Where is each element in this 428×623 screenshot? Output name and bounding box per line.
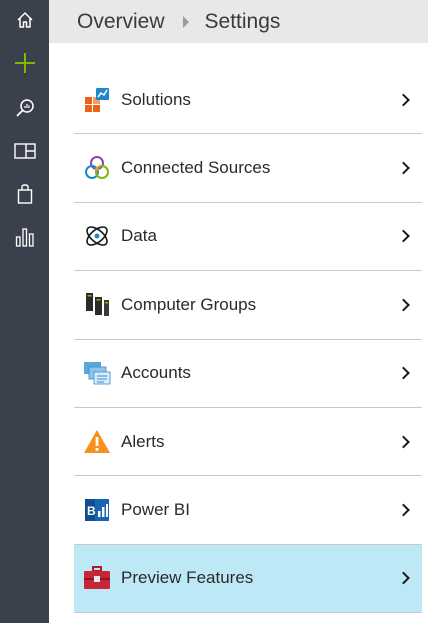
settings-item-label: Computer Groups [121,294,257,314]
power-bi-icon: B [82,495,112,525]
log-search-icon [15,99,34,117]
connected-sources-icon [82,153,112,183]
data-icon [82,221,112,251]
computer-groups-icon [82,290,112,320]
usage-button[interactable] [0,217,49,257]
settings-item-label: Solutions [121,89,191,109]
accounts-icon [82,358,112,388]
solutions-icon [82,85,112,115]
settings-item-label: Accounts [121,363,191,383]
settings-item-alerts[interactable]: Alerts [74,408,422,477]
page-title: Settings [204,10,281,33]
chevron-right-icon [397,503,410,517]
settings-item-power-bi[interactable]: B Power BI [74,476,422,545]
home-button[interactable] [0,0,49,40]
add-button[interactable] [0,43,49,83]
breadcrumb: Overview Settings [49,0,428,43]
settings-item-label: Preview Features [121,568,254,588]
alerts-icon [82,427,112,457]
settings-item-label: Data [121,226,157,246]
settings-item-preview-features[interactable]: Preview Features [74,544,422,614]
settings-item-label: Connected Sources [121,158,271,178]
left-nav-rail [0,0,49,623]
svg-text:B: B [87,504,96,518]
usage-chart-icon [15,228,34,247]
view-designer-button[interactable] [0,131,49,171]
view-designer-icon [13,143,36,159]
settings-item-solutions[interactable]: Solutions [74,66,422,135]
preview-features-icon [82,563,112,593]
home-icon [16,12,33,28]
chevron-right-icon [397,230,410,243]
chevron-right-icon [397,366,410,380]
settings-item-accounts[interactable]: Accounts [74,340,422,408]
settings-page: Overview Settings Solutions Connected So… [0,0,428,623]
chevron-right-icon [397,435,410,449]
breadcrumb-separator-icon [182,15,189,28]
plus-icon [14,53,35,73]
settings-item-computer-groups[interactable]: Computer Groups [74,271,422,340]
chevron-right-icon [397,93,410,107]
log-search-button[interactable] [0,88,49,128]
chevron-right-icon [397,298,410,312]
settings-item-connected-sources[interactable]: Connected Sources [74,134,422,203]
chevron-right-icon [397,572,410,585]
settings-list: Solutions Connected Sources Data Compute… [74,66,422,614]
settings-item-label: Alerts [121,431,165,451]
chevron-right-icon [397,161,410,175]
settings-item-data[interactable]: Data [74,203,422,272]
solutions-gallery-button[interactable] [0,174,49,214]
settings-item-label: Power BI [121,500,190,520]
breadcrumb-overview-link[interactable]: Overview [77,11,165,32]
solutions-gallery-icon [17,184,32,204]
